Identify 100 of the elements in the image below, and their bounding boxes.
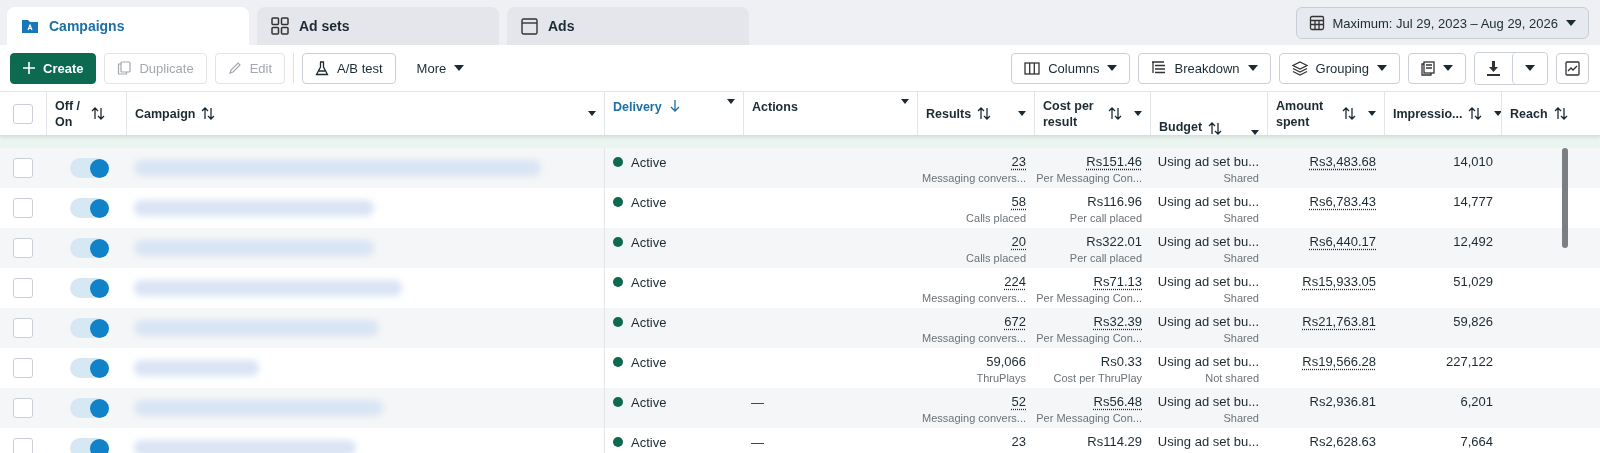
toggle-switch[interactable]	[70, 278, 106, 298]
row-checkbox[interactable]	[13, 158, 33, 178]
sort-down-icon[interactable]	[669, 99, 680, 112]
column-header[interactable]: Actions	[752, 99, 798, 115]
sort-icon[interactable]	[1208, 122, 1223, 135]
budget-value: Using ad set bu...	[1157, 434, 1259, 449]
column-menu-icon[interactable]	[901, 99, 909, 104]
column-menu-icon[interactable]	[1368, 111, 1376, 116]
toolbar-button[interactable]: Columns	[1011, 52, 1131, 84]
layers-icon	[1291, 60, 1308, 76]
cost-label: Per Messaging Con...	[1036, 172, 1142, 184]
tab[interactable]: Campaigns	[7, 7, 249, 45]
budget-value: Using ad set bu...	[1157, 154, 1259, 169]
columns-icon	[1024, 61, 1041, 75]
results-value: 672	[1004, 314, 1026, 329]
status-dot	[613, 157, 623, 167]
impressions-value: 6,201	[1460, 394, 1493, 409]
row-checkbox[interactable]	[13, 198, 33, 218]
status-dot	[613, 317, 623, 327]
budget-value: Using ad set bu...	[1157, 234, 1259, 249]
tab[interactable]: Ad sets	[257, 7, 499, 45]
amount-spent: Rs2,936.81	[1309, 394, 1376, 409]
column-header[interactable]: Results	[926, 105, 972, 122]
amount-spent: Rs3,483.68	[1309, 154, 1376, 169]
amount-spent: Rs21,763.81	[1302, 314, 1376, 329]
select-all-checkbox[interactable]	[13, 103, 33, 124]
results-label: Messaging convers...	[922, 412, 1026, 424]
toolbar-button[interactable]: Breakdown	[1138, 52, 1271, 84]
amount-spent: Rs15,933.05	[1302, 274, 1376, 289]
column-menu-icon[interactable]	[1018, 111, 1026, 116]
sort-icon[interactable]	[1468, 107, 1483, 120]
results-value: 224	[1004, 274, 1026, 289]
budget-value: Using ad set bu...	[1157, 394, 1259, 409]
sort-icon[interactable]	[1108, 107, 1122, 120]
toggle-switch[interactable]	[70, 438, 106, 453]
toggle-switch[interactable]	[70, 158, 106, 178]
toggle-switch[interactable]	[70, 238, 106, 258]
row-checkbox[interactable]	[13, 238, 33, 258]
impressions-value: 7,664	[1460, 434, 1493, 449]
toggle-switch[interactable]	[70, 398, 106, 418]
impressions-value: 14,010	[1453, 154, 1493, 169]
toolbar-button[interactable]: A/B test	[302, 52, 396, 84]
column-header[interactable]: Impressio...	[1393, 105, 1463, 122]
results-value: 59,066	[986, 354, 1026, 369]
results-value: 52	[1011, 394, 1026, 409]
chart-button[interactable]	[1556, 52, 1589, 84]
column-header[interactable]: Cost per result	[1043, 97, 1102, 130]
toggle-switch[interactable]	[70, 358, 106, 378]
delivery-status: Active	[631, 235, 667, 250]
table-cell: —	[751, 435, 764, 450]
budget-label: Not shared	[1205, 372, 1259, 384]
cost-value: Rs114.29	[1087, 434, 1142, 449]
row-checkbox[interactable]	[13, 278, 33, 298]
column-header[interactable]: Budget	[1159, 119, 1203, 135]
toggle-switch[interactable]	[70, 198, 106, 218]
list-icon	[1151, 61, 1167, 75]
cost-value: Rs32.39	[1093, 314, 1142, 329]
cost-label: Cost per ThruPlay	[1053, 372, 1142, 384]
sort-icon[interactable]	[201, 107, 216, 120]
caret-icon	[1443, 65, 1453, 71]
toolbar-button[interactable]: Create	[10, 52, 97, 84]
column-header[interactable]: Off / On	[55, 97, 85, 130]
delivery-status: Active	[631, 155, 667, 170]
date-range-button[interactable]: Maximum: Jul 29, 2023 – Aug 29, 2026	[1295, 7, 1589, 39]
cost-value: Rs71.13	[1093, 274, 1142, 289]
status-dot	[613, 277, 623, 287]
column-header[interactable]: Campaign	[135, 105, 196, 122]
results-label: Calls placed	[966, 212, 1026, 224]
reports-button[interactable]	[1408, 52, 1466, 84]
budget-label: Shared	[1223, 212, 1259, 224]
scrollbar[interactable]	[1562, 148, 1568, 248]
column-menu-icon[interactable]	[727, 99, 735, 104]
sort-icon[interactable]	[1342, 107, 1356, 120]
column-header[interactable]: Reach	[1510, 105, 1548, 122]
sort-icon[interactable]	[91, 107, 105, 120]
export-menu-button[interactable]	[1512, 52, 1547, 84]
delivery-status: Active	[631, 315, 667, 330]
budget-label: Shared	[1223, 332, 1259, 344]
column-menu-icon[interactable]	[1134, 111, 1142, 116]
results-label: Messaging convers...	[922, 292, 1026, 304]
toolbar-button[interactable]: Grouping	[1278, 52, 1400, 84]
row-checkbox[interactable]	[13, 398, 33, 418]
column-menu-icon[interactable]	[588, 111, 596, 116]
results-label: ThruPlays	[976, 372, 1026, 384]
cost-label: Per Messaging Con...	[1036, 332, 1142, 344]
impressions-value: 51,029	[1453, 274, 1493, 289]
sort-icon[interactable]	[977, 107, 992, 120]
column-header[interactable]: Delivery	[613, 99, 662, 115]
column-menu-icon[interactable]	[1494, 111, 1503, 116]
cost-label: Per Messaging Con...	[1036, 412, 1142, 424]
row-checkbox[interactable]	[13, 318, 33, 338]
column-header[interactable]: Amount spent	[1276, 97, 1336, 130]
budget-label: Shared	[1223, 172, 1259, 184]
row-checkbox[interactable]	[13, 358, 33, 378]
toggle-switch[interactable]	[70, 318, 106, 338]
sort-icon[interactable]	[1553, 107, 1568, 120]
tab[interactable]: Ads	[507, 7, 749, 45]
budget-label: Shared	[1223, 412, 1259, 424]
caret-icon	[1377, 65, 1387, 71]
row-checkbox[interactable]	[13, 438, 33, 453]
